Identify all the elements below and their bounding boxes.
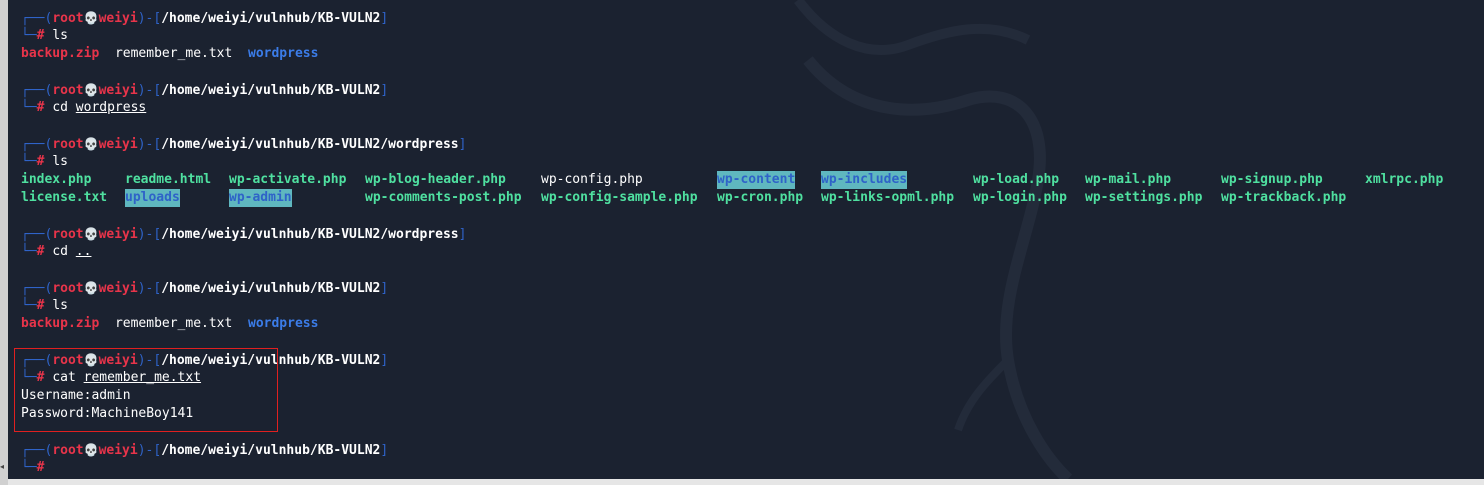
- prompt-line: ┌──(root💀weiyi)-[/home/weiyi/vulnhub/KB-…: [21, 227, 467, 242]
- left-scroll-gutter[interactable]: ◂: [0, 0, 8, 485]
- file-wp-trackback: wp-trackback.php: [1221, 190, 1347, 205]
- prompt-line: ┌──(root💀weiyi)-[/home/weiyi/vulnhub/KB-…: [21, 11, 389, 26]
- skull-icon: 💀: [83, 281, 99, 295]
- file-wp-login: wp-login.php: [973, 190, 1067, 205]
- red-highlight-box: [14, 348, 278, 432]
- file-license-txt: license.txt: [21, 190, 108, 205]
- dir-wp-content: wp-content: [717, 171, 796, 189]
- ls-output: backup.zip remember_me.txt wordpress: [21, 45, 318, 63]
- command-line-input[interactable]: └─#: [21, 459, 44, 477]
- dir-uploads: uploads: [125, 189, 180, 207]
- skull-icon: 💀: [83, 11, 99, 25]
- dir-wp-includes: wp-includes: [821, 171, 908, 189]
- file-readme-html: readme.html: [125, 172, 212, 187]
- skull-icon: 💀: [83, 227, 99, 241]
- command-line: └─# cd ..: [21, 244, 92, 259]
- ls-output-row1: index.php readme.html wp-activate.php wp…: [21, 171, 1471, 189]
- file-index-php: index.php: [21, 172, 92, 187]
- terminal-window[interactable]: ┌──(root💀weiyi)-[/home/weiyi/vulnhub/KB-…: [8, 0, 1484, 479]
- file-wp-config: wp-config.php: [541, 172, 643, 187]
- prompt-line: ┌──(root💀weiyi)-[/home/weiyi/vulnhub/KB-…: [21, 83, 389, 98]
- file-wp-settings: wp-settings.php: [1085, 190, 1203, 205]
- dir-wordpress: wordpress: [248, 46, 319, 61]
- file-wp-blog-header: wp-blog-header.php: [365, 172, 506, 187]
- prompt-line: ┌──(root💀weiyi)-[/home/weiyi/vulnhub/KB-…: [21, 281, 389, 296]
- command-line: └─# cd wordpress: [21, 100, 147, 115]
- command-line: └─# ls: [21, 298, 68, 313]
- file-backup-zip: backup.zip: [21, 46, 100, 61]
- file-wp-config-sample: wp-config-sample.php: [541, 190, 698, 205]
- ls-output: backup.zip remember_me.txt wordpress: [21, 315, 318, 333]
- dir-wordpress: wordpress: [248, 316, 319, 331]
- file-xmlrpc: xmlrpc.php: [1365, 172, 1444, 187]
- horizontal-scrollbar[interactable]: [8, 479, 1484, 485]
- file-wp-mail: wp-mail.php: [1085, 172, 1172, 187]
- file-remember-me: remember_me.txt: [114, 316, 233, 331]
- skull-icon: 💀: [83, 83, 99, 97]
- prompt-line: ┌──(root💀weiyi)-[/home/weiyi/vulnhub/KB-…: [21, 443, 389, 458]
- scroll-left-arrow-icon[interactable]: ◂: [0, 462, 4, 471]
- file-wp-cron: wp-cron.php: [717, 190, 804, 205]
- file-wp-links-opml: wp-links-opml.php: [821, 190, 955, 205]
- command-line: └─# ls: [21, 154, 68, 169]
- prompt-line: ┌──(root💀weiyi)-[/home/weiyi/vulnhub/KB-…: [21, 137, 467, 152]
- dir-wp-admin: wp-admin: [229, 189, 292, 207]
- file-backup-zip: backup.zip: [21, 316, 100, 331]
- file-wp-signup: wp-signup.php: [1221, 172, 1323, 187]
- skull-icon: 💀: [83, 137, 99, 151]
- file-wp-comments-post: wp-comments-post.php: [365, 190, 522, 205]
- file-wp-activate: wp-activate.php: [229, 172, 347, 187]
- ls-output-row2: license.txt uploads wp-admin wp-comments…: [21, 189, 1471, 207]
- command-line: └─# ls: [21, 28, 68, 43]
- file-wp-load: wp-load.php: [973, 172, 1060, 187]
- file-remember-me: remember_me.txt: [114, 46, 233, 61]
- skull-icon: 💀: [83, 443, 99, 457]
